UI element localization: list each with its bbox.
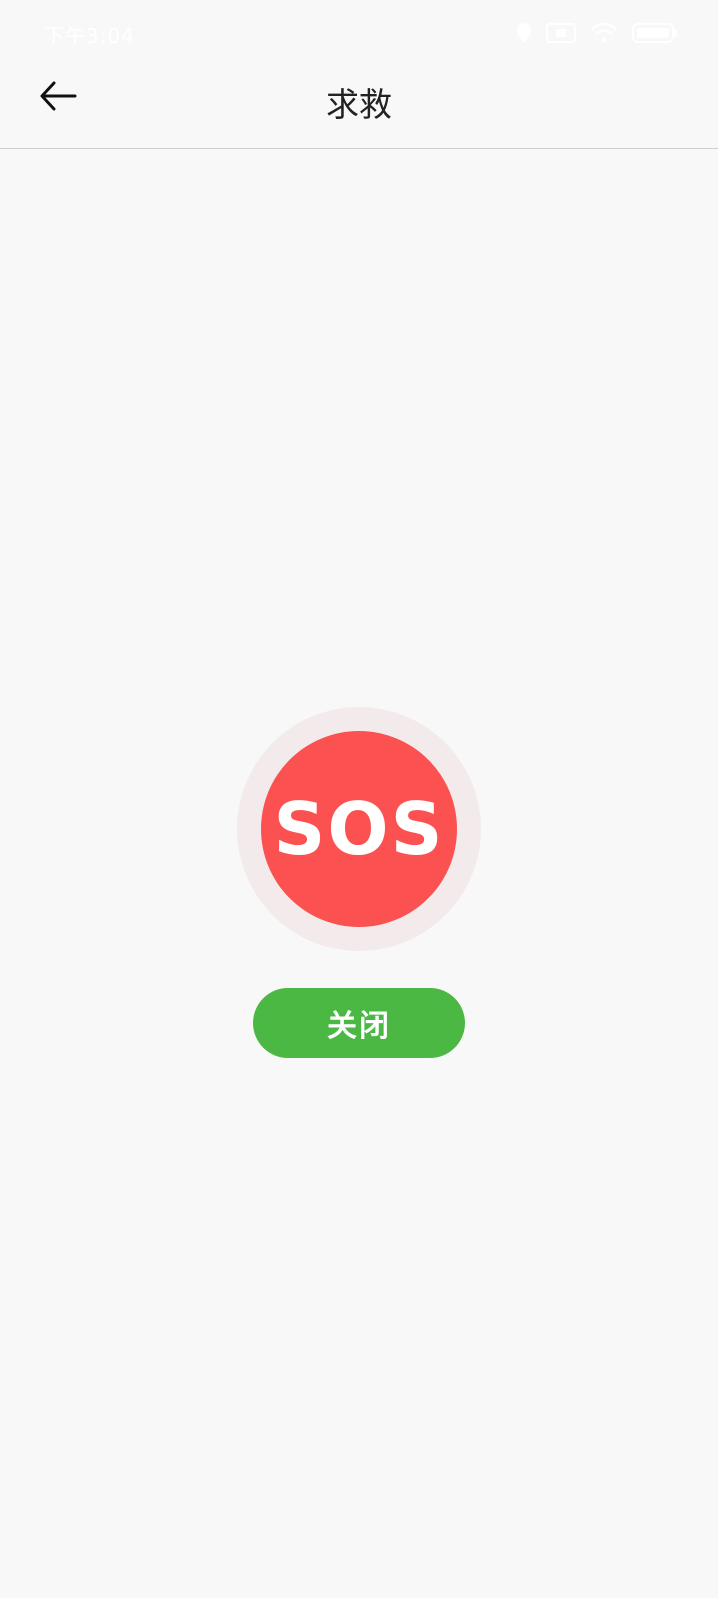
close-button[interactable]: 关闭 — [253, 988, 465, 1058]
battery-icon — [632, 22, 678, 44]
app-header: 求救 — [0, 70, 718, 149]
location-icon — [516, 22, 532, 44]
page-title: 求救 — [326, 85, 392, 124]
sim-icon — [546, 22, 576, 44]
sos-button[interactable]: SOS — [261, 731, 457, 927]
status-bar: 下午3:04 — [0, 0, 718, 70]
status-time: 下午3:04 — [44, 24, 135, 48]
status-icons — [516, 22, 678, 44]
wifi-icon — [590, 22, 618, 44]
sos-halo: SOS — [237, 707, 481, 951]
